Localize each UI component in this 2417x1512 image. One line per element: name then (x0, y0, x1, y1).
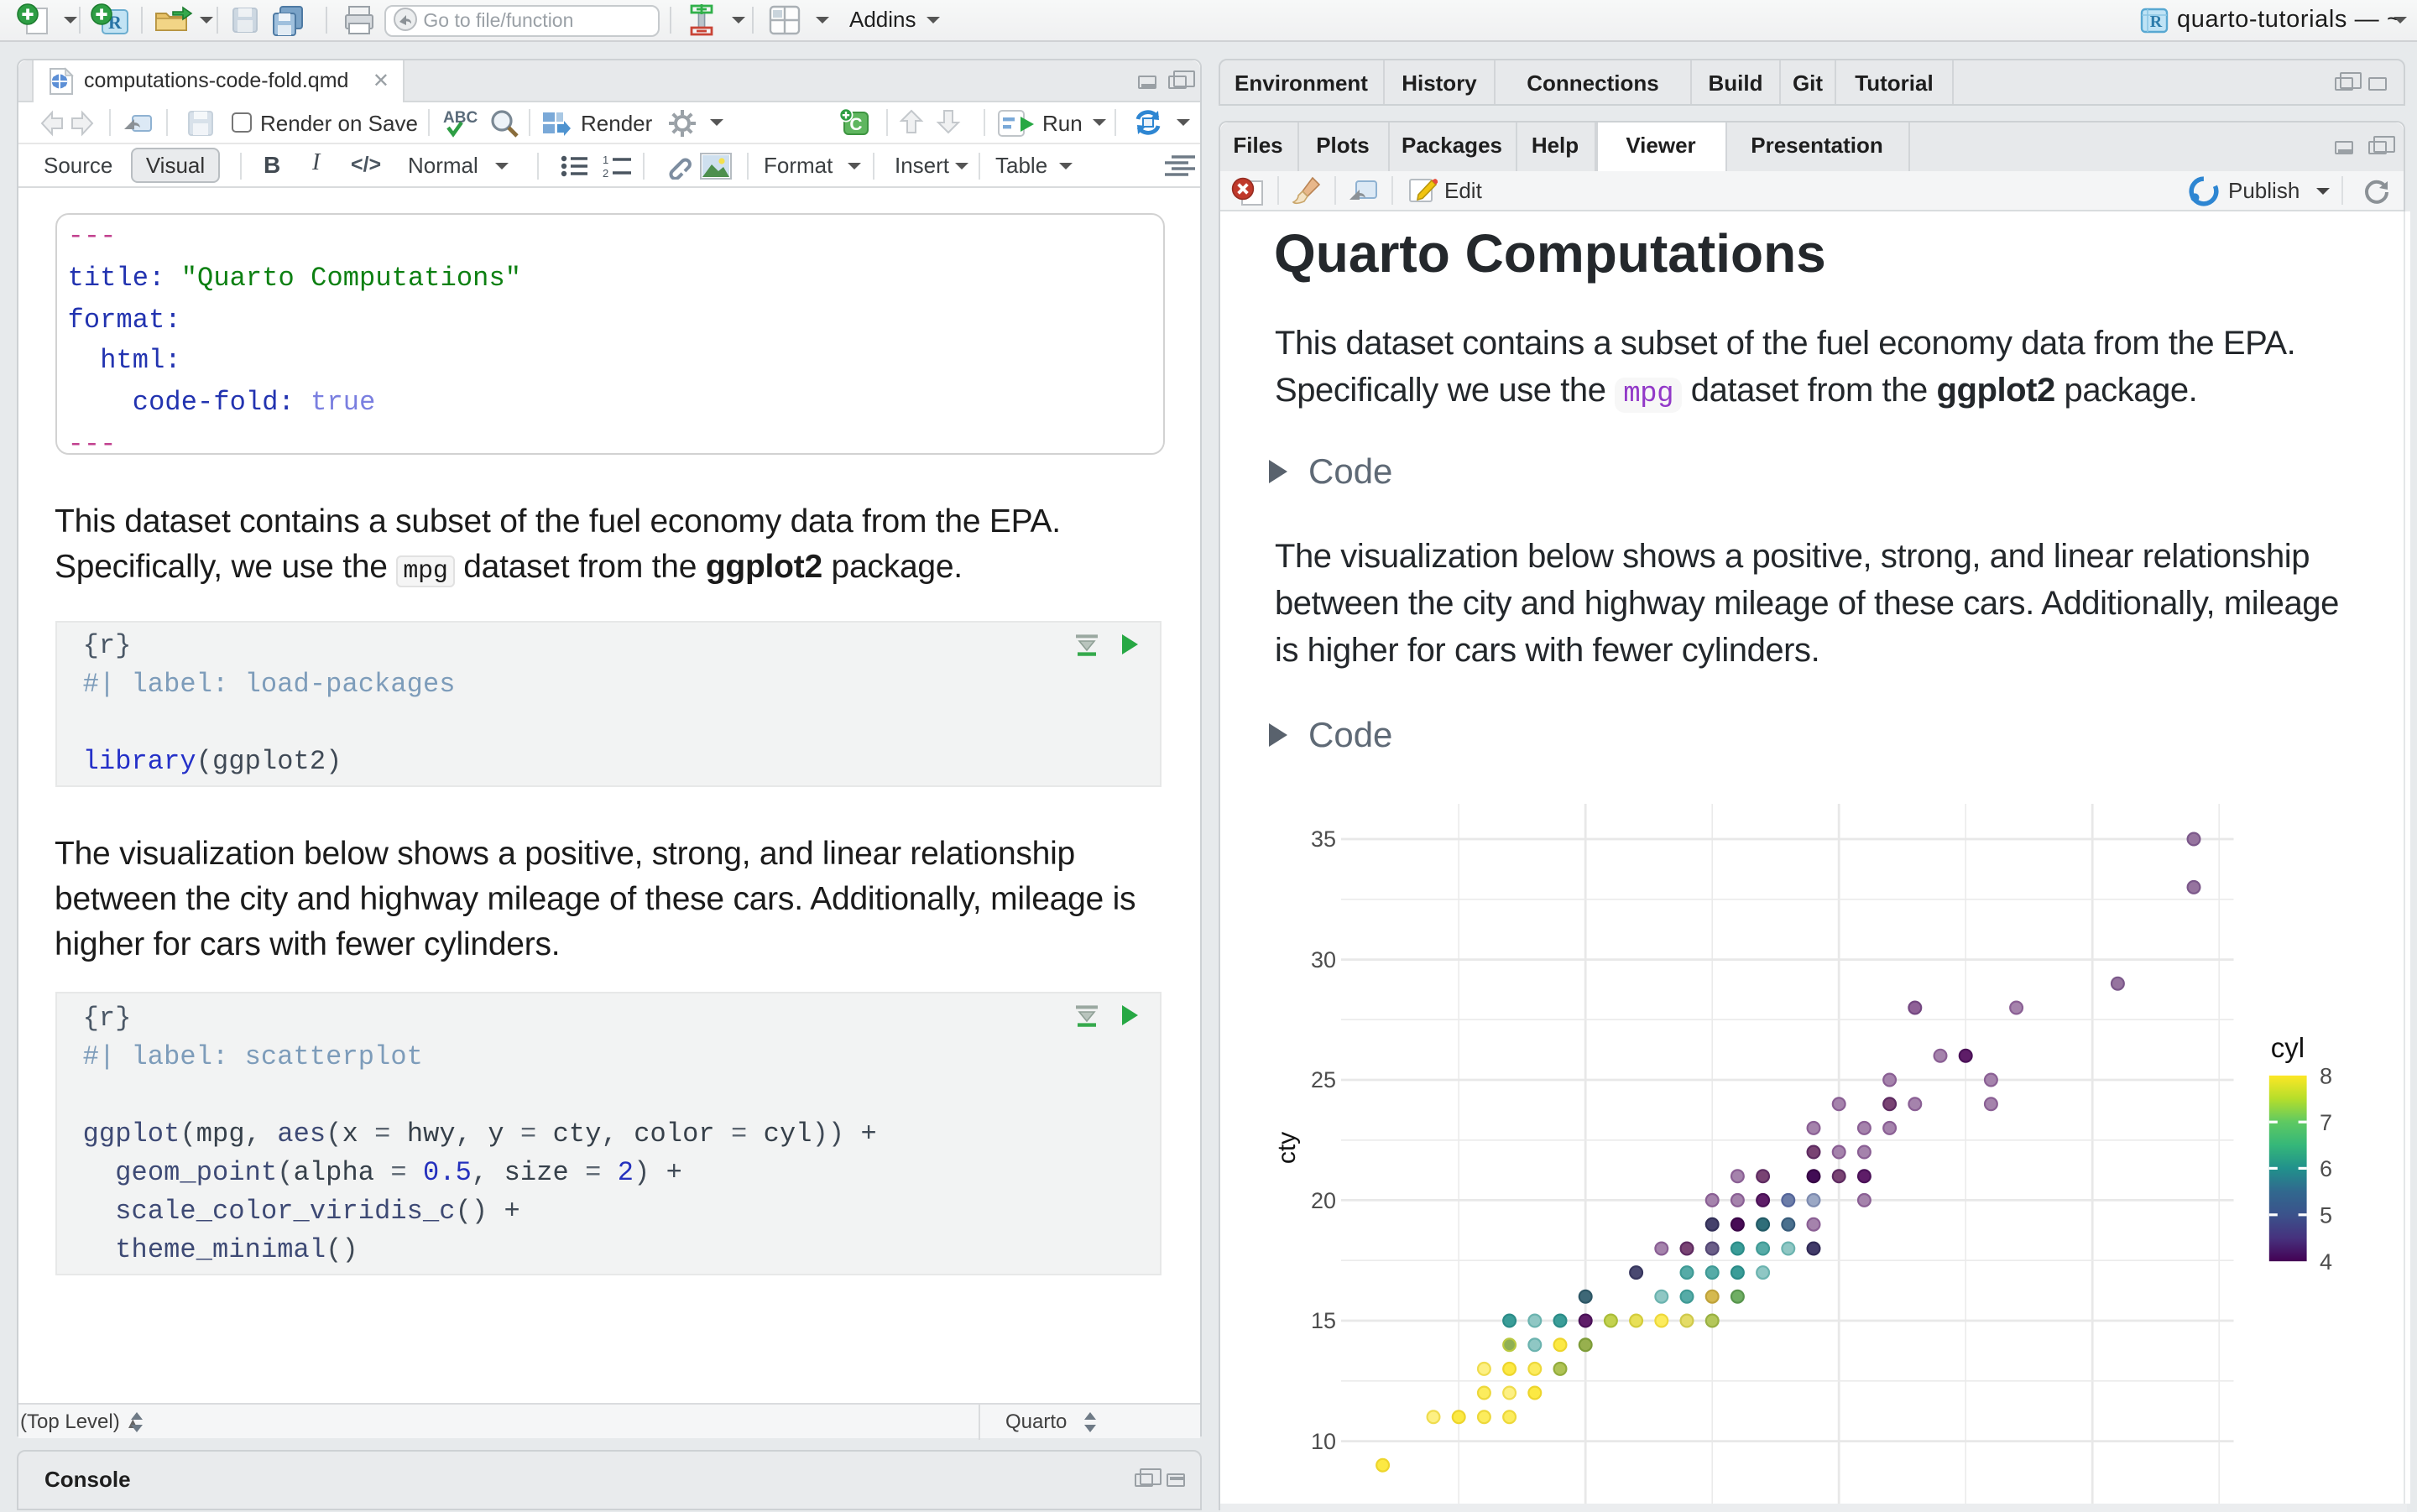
svg-text:30: 30 (1310, 947, 1335, 972)
svg-text:cyl: cyl (2270, 1032, 2304, 1063)
svg-text:4: 4 (2319, 1249, 2331, 1275)
svg-text:6: 6 (2319, 1156, 2331, 1181)
svg-text:8: 8 (2319, 1063, 2331, 1088)
svg-text:15: 15 (1310, 1308, 1335, 1333)
svg-text:R: R (2150, 13, 2163, 31)
svg-text:2: 2 (603, 166, 608, 177)
svg-text:10: 10 (1310, 1429, 1335, 1454)
svg-text:7: 7 (2319, 1110, 2331, 1135)
svg-text:25: 25 (1310, 1067, 1335, 1092)
svg-text:5: 5 (2319, 1202, 2331, 1228)
svg-text:cty: cty (1272, 1132, 1300, 1164)
svg-text:1: 1 (603, 154, 608, 165)
svg-text:20: 20 (1310, 1188, 1335, 1213)
svg-text:35: 35 (1310, 826, 1335, 852)
